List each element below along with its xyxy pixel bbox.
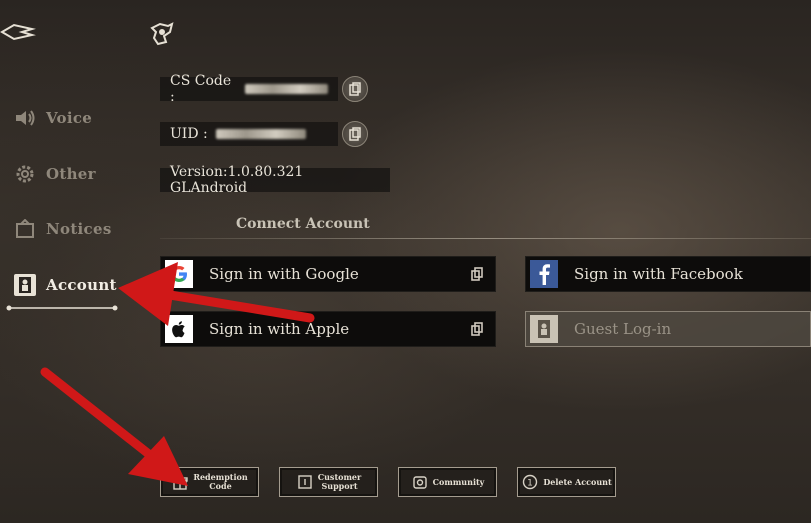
delete-account-icon: 1 bbox=[523, 474, 538, 490]
version-label: Version:1.0.80.321 GLAndroid bbox=[170, 164, 304, 196]
gift-icon bbox=[172, 477, 189, 490]
sidebar-item-label: Other bbox=[46, 165, 96, 183]
redemption-code-label: Redemption Code bbox=[193, 472, 248, 491]
account-icon bbox=[14, 274, 36, 296]
guest-login-label: Guest Log-in bbox=[574, 320, 672, 338]
community-icon bbox=[412, 476, 427, 489]
gear-icon bbox=[14, 163, 36, 185]
sign-in-apple-label: Sign in with Apple bbox=[209, 320, 350, 338]
sidebar-item-voice[interactable]: Voice bbox=[14, 103, 144, 133]
cs-code-label: CS Code : bbox=[170, 73, 232, 105]
uid-label: UID : bbox=[170, 126, 208, 142]
copy-cs-code-button[interactable] bbox=[342, 76, 368, 102]
sign-in-facebook-label: Sign in with Facebook bbox=[574, 265, 743, 283]
cs-code-value-redacted bbox=[244, 84, 328, 94]
sidebar-item-other[interactable]: Other bbox=[14, 159, 144, 189]
uid-field: UID : bbox=[160, 122, 338, 146]
sign-in-apple-button[interactable]: Sign in with Apple bbox=[160, 311, 496, 347]
copy-uid-button[interactable] bbox=[342, 121, 368, 147]
sidebar-item-label: Voice bbox=[46, 109, 93, 127]
speaker-icon bbox=[14, 107, 36, 129]
game-emblem-icon bbox=[148, 20, 176, 48]
uid-value-redacted bbox=[215, 129, 306, 139]
facebook-logo-icon bbox=[530, 260, 558, 288]
back-arrow-icon bbox=[0, 23, 36, 41]
google-logo-icon bbox=[165, 260, 193, 288]
sign-in-google-button[interactable]: Sign in with Google bbox=[160, 256, 496, 292]
sidebar-item-label: Account bbox=[46, 276, 117, 294]
notice-icon bbox=[14, 218, 36, 240]
svg-text:1: 1 bbox=[527, 479, 533, 489]
community-label: Community bbox=[432, 476, 485, 487]
delete-account-label: Delete Account bbox=[543, 476, 612, 487]
link-icon bbox=[471, 322, 483, 336]
delete-account-button[interactable]: 1 Delete Account bbox=[517, 467, 616, 497]
sidebar-item-label: Notices bbox=[46, 220, 112, 238]
link-icon bbox=[471, 267, 483, 281]
sign-in-google-label: Sign in with Google bbox=[209, 265, 359, 283]
guest-icon bbox=[530, 315, 558, 343]
sidebar-item-notices[interactable]: Notices bbox=[14, 214, 144, 244]
active-tab-underline bbox=[6, 296, 118, 311]
customer-support-label: Customer Support bbox=[317, 472, 362, 491]
guest-login-button[interactable]: Guest Log-in bbox=[525, 311, 811, 347]
back-button[interactable] bbox=[0, 20, 36, 44]
copy-icon bbox=[349, 82, 361, 96]
support-icon bbox=[298, 475, 312, 489]
section-divider bbox=[160, 238, 811, 239]
connect-account-heading: Connect Account bbox=[236, 216, 370, 232]
version-text: Version:1.0.80.321 GLAndroid bbox=[160, 164, 390, 196]
sign-in-facebook-button[interactable]: Sign in with Facebook bbox=[525, 256, 811, 292]
copy-icon bbox=[349, 127, 361, 141]
cs-code-field: CS Code : bbox=[160, 73, 338, 105]
redemption-code-button[interactable]: Redemption Code bbox=[160, 467, 259, 497]
community-button[interactable]: Community bbox=[398, 467, 497, 497]
customer-support-button[interactable]: Customer Support bbox=[279, 467, 378, 497]
apple-logo-icon bbox=[165, 315, 193, 343]
annotation-arrow-redemption bbox=[40, 367, 155, 460]
